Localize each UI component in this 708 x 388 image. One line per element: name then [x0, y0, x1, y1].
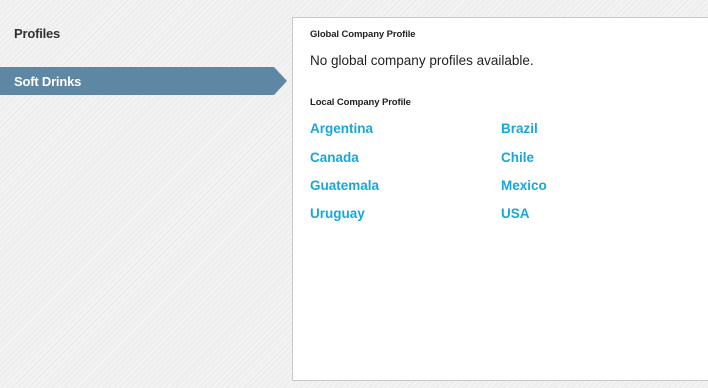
selection-arrow-icon	[274, 67, 287, 95]
country-link-chile[interactable]: Chile	[501, 150, 534, 165]
sidebar-title: Profiles	[14, 26, 61, 41]
country-link-argentina[interactable]: Argentina	[310, 121, 373, 136]
profile-panel: Global Company Profile No global company…	[292, 17, 708, 381]
country-link-usa[interactable]: USA	[501, 206, 530, 221]
sidebar-item-soft-drinks[interactable]: Soft Drinks	[0, 67, 288, 95]
global-profile-heading: Global Company Profile	[310, 29, 416, 40]
country-link-uruguay[interactable]: Uruguay	[310, 206, 365, 221]
country-link-canada[interactable]: Canada	[310, 150, 359, 165]
local-profile-heading: Local Company Profile	[310, 97, 411, 108]
sidebar-item-label: Soft Drinks	[14, 74, 82, 89]
country-link-brazil[interactable]: Brazil	[501, 121, 538, 136]
country-link-guatemala[interactable]: Guatemala	[310, 178, 379, 193]
country-link-mexico[interactable]: Mexico	[501, 178, 547, 193]
global-empty-message: No global company profiles available.	[310, 53, 534, 68]
